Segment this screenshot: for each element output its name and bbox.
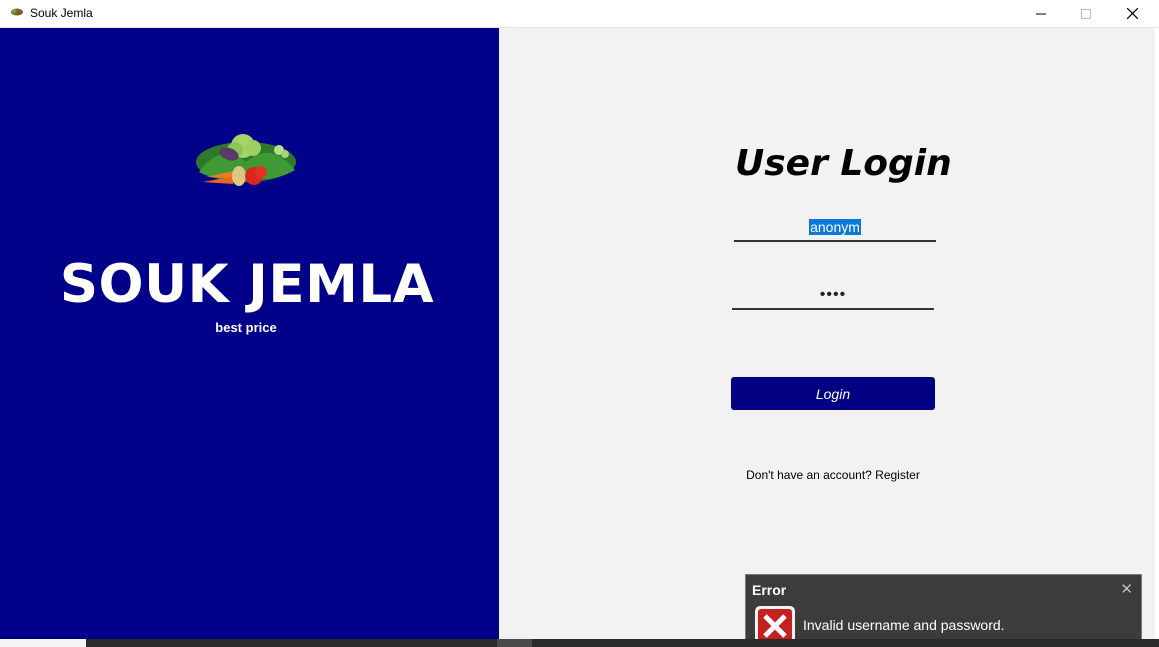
taskbar [0,639,1159,647]
vegetables-logo-icon [196,134,296,186]
close-button[interactable] [1109,0,1155,27]
window-edge [1155,28,1159,639]
login-panel [499,28,1155,639]
vegetables-icon [11,8,23,16]
taskbar-search [0,639,86,647]
username-field[interactable]: anonym [734,218,936,242]
taskbar-app [497,639,532,647]
brand-slogan: best price [215,320,277,335]
close-icon [1126,8,1138,19]
title-bar: Souk Jemla [0,0,1159,28]
error-toast: Error ✕ Invalid username and password. [745,574,1142,647]
brand-name: SOUK JEMLA [59,254,435,315]
register-link[interactable]: Don't have an account? Register [733,468,933,482]
minimize-button[interactable] [1018,0,1064,27]
toast-title: Error [752,582,787,598]
password-value: •••• [819,286,847,303]
login-title: User Login [735,143,952,184]
maximize-icon [1081,8,1091,19]
toast-message: Invalid username and password. [803,617,1005,633]
maximize-button[interactable] [1063,0,1109,27]
toast-close-button[interactable]: ✕ [1120,580,1133,598]
username-value: anonym [809,219,861,235]
password-field[interactable]: •••• [732,286,934,310]
login-button[interactable]: Login [731,377,935,410]
brand-panel: SOUK JEMLA best price [0,28,499,639]
window-title: Souk Jemla [30,6,93,20]
minimize-icon [1036,13,1046,14]
close-icon: ✕ [1120,581,1133,598]
